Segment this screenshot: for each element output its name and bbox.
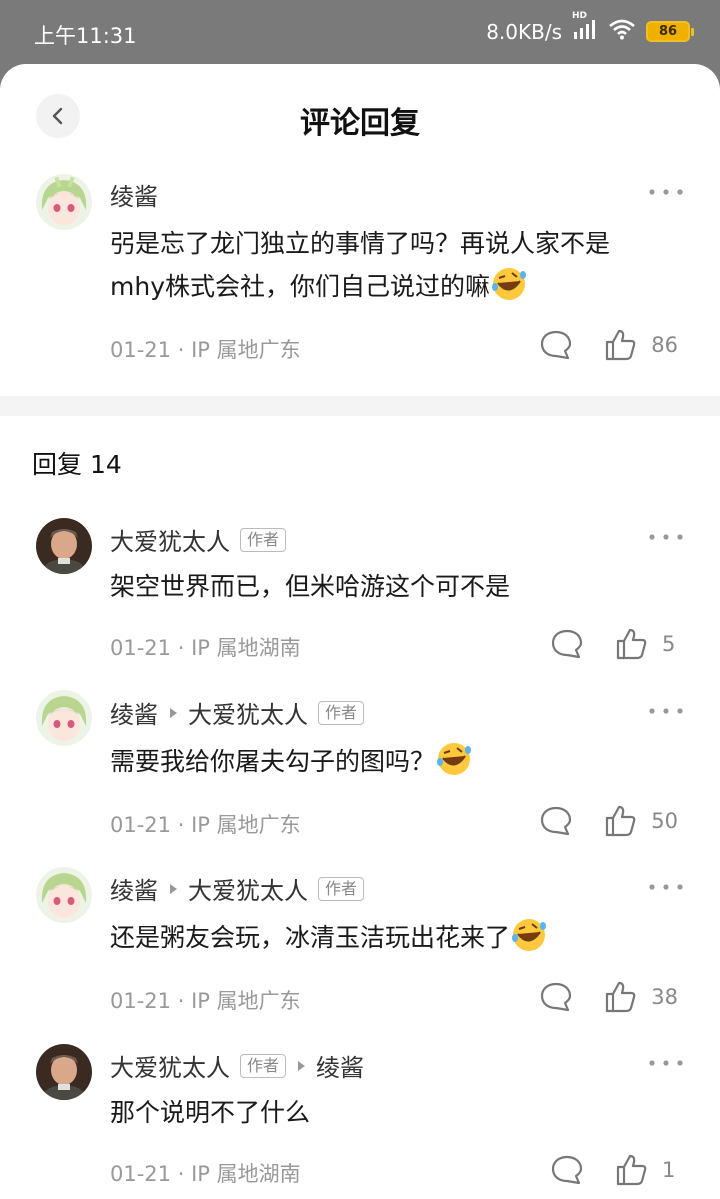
like-count: 50 [651,809,678,833]
author-tag: 作者 [240,1053,287,1078]
avatar[interactable] [36,690,92,746]
more-icon[interactable] [648,883,684,891]
reply-icon[interactable] [539,805,573,837]
status-time: 上午11:31 [34,24,137,48]
replies-header: 回复 14 [32,450,122,479]
page-title: 评论回复 [300,106,420,141]
rofl-emoji-icon [512,919,547,951]
comment-date: 01-21 [110,636,172,660]
comment-header: 绫酱 [110,177,158,212]
network-speed: 8.0KB/s [486,19,562,44]
network-type-label: HD [572,11,588,21]
comment-date: 01-21 [110,1162,172,1186]
meta-separator: · [177,636,185,660]
author-name[interactable]: 绫酱 [110,177,158,212]
comment-actions: 86 [539,328,678,362]
reply-arrow-icon [170,707,177,718]
comment-actions: 1 [550,1153,678,1187]
reply-arrow-icon [298,1060,306,1071]
avatar[interactable] [36,518,92,574]
wifi-icon [608,18,636,45]
meta-separator: · [177,338,185,362]
comment-date: 01-21 [110,989,172,1013]
comment-text: 需要我给你屠夫勾子的图吗？ [110,740,660,783]
avatar[interactable] [36,174,92,230]
ip-location: IP 属地广东 [191,813,301,837]
status-bar: 上午11:31 8.0KB/s HD 86 [0,0,720,64]
meta-separator: · [177,1162,185,1186]
rofl-emoji-icon [437,743,472,775]
more-icon[interactable] [648,1059,684,1067]
comment-actions: 38 [539,980,678,1014]
thumbs-up-icon[interactable] [614,627,648,661]
more-icon[interactable] [648,707,684,715]
more-icon[interactable] [648,188,684,196]
meta-separator: · [177,813,185,837]
comment-text: 架空世界而已，但米哈游这个可不是 [110,572,511,601]
status-indicators: 8.0KB/s HD 86 [486,11,694,45]
section-divider [0,396,720,416]
more-icon[interactable] [648,533,684,541]
meta-separator: · [177,989,185,1013]
comment-date: 01-21 [110,338,172,362]
comment-header: 绫酱 大爱犹太人 作者 [110,695,365,730]
reply-icon[interactable] [550,1154,584,1186]
comment-reply-sheet: 评论回复 绫酱 弜是忘了龙门独立的事情了吗？再说人家不是mhy株式会社，你们自己… [0,64,720,1199]
comment-text: 那个说明不了什么 [110,1098,311,1127]
comment-actions: 50 [539,804,678,838]
comment-header: 大爱犹太人 作者 绫酱 [110,1048,364,1083]
comment-meta: 01-21 · IP 属地湖南 [110,1158,301,1188]
signal-icon: HD [572,11,598,45]
ip-location: IP 属地湖南 [191,1162,301,1186]
ip-location: IP 属地广东 [191,989,301,1013]
reply-to-name[interactable]: 绫酱 [316,1048,364,1083]
thumbs-up-icon[interactable] [614,1153,648,1187]
author-name[interactable]: 绫酱 [110,695,158,730]
author-name[interactable]: 大爱犹太人 [110,1048,230,1083]
comment-meta: 01-21 · IP 属地湖南 [110,632,301,662]
like-count: 38 [651,985,678,1009]
comment-text: 还是粥友会玩，冰清玉洁玩出花来了 [110,916,660,959]
comment-header: 大爱犹太人 作者 [110,522,287,557]
ip-location: IP 属地广东 [191,338,301,362]
reply-icon[interactable] [550,628,584,660]
reply-arrow-icon [170,883,177,894]
author-tag: 作者 [240,527,287,552]
rofl-emoji-icon [492,268,526,300]
battery-indicator: 86 [646,21,694,42]
like-count: 1 [662,1158,676,1182]
avatar[interactable] [36,867,92,923]
reply-to-name[interactable]: 大爱犹太人 [188,871,308,906]
thumbs-up-icon[interactable] [603,804,637,838]
thumbs-up-icon[interactable] [603,980,637,1014]
comment-meta: 01-21 · IP 属地广东 [110,809,301,839]
comment-meta: 01-21 · IP 属地广东 [110,985,301,1015]
reply-icon[interactable] [539,329,573,361]
like-count: 86 [651,333,678,357]
comment-date: 01-21 [110,813,172,837]
comment-meta: 01-21 · IP 属地广东 [110,334,301,364]
like-count: 5 [662,632,676,656]
comment-text: 弜是忘了龙门独立的事情了吗？再说人家不是mhy株式会社，你们自己说过的嘛 [110,223,660,308]
thumbs-up-icon[interactable] [603,328,637,362]
reply-to-name[interactable]: 大爱犹太人 [188,695,308,730]
comment-header: 绫酱 大爱犹太人 作者 [110,871,365,906]
reply-icon[interactable] [539,981,573,1013]
author-tag: 作者 [318,700,365,725]
author-name[interactable]: 绫酱 [110,871,158,906]
avatar[interactable] [36,1044,92,1100]
comment-actions: 5 [550,627,678,661]
ip-location: IP 属地湖南 [191,636,301,660]
author-tag: 作者 [318,876,365,901]
author-name[interactable]: 大爱犹太人 [110,522,230,557]
